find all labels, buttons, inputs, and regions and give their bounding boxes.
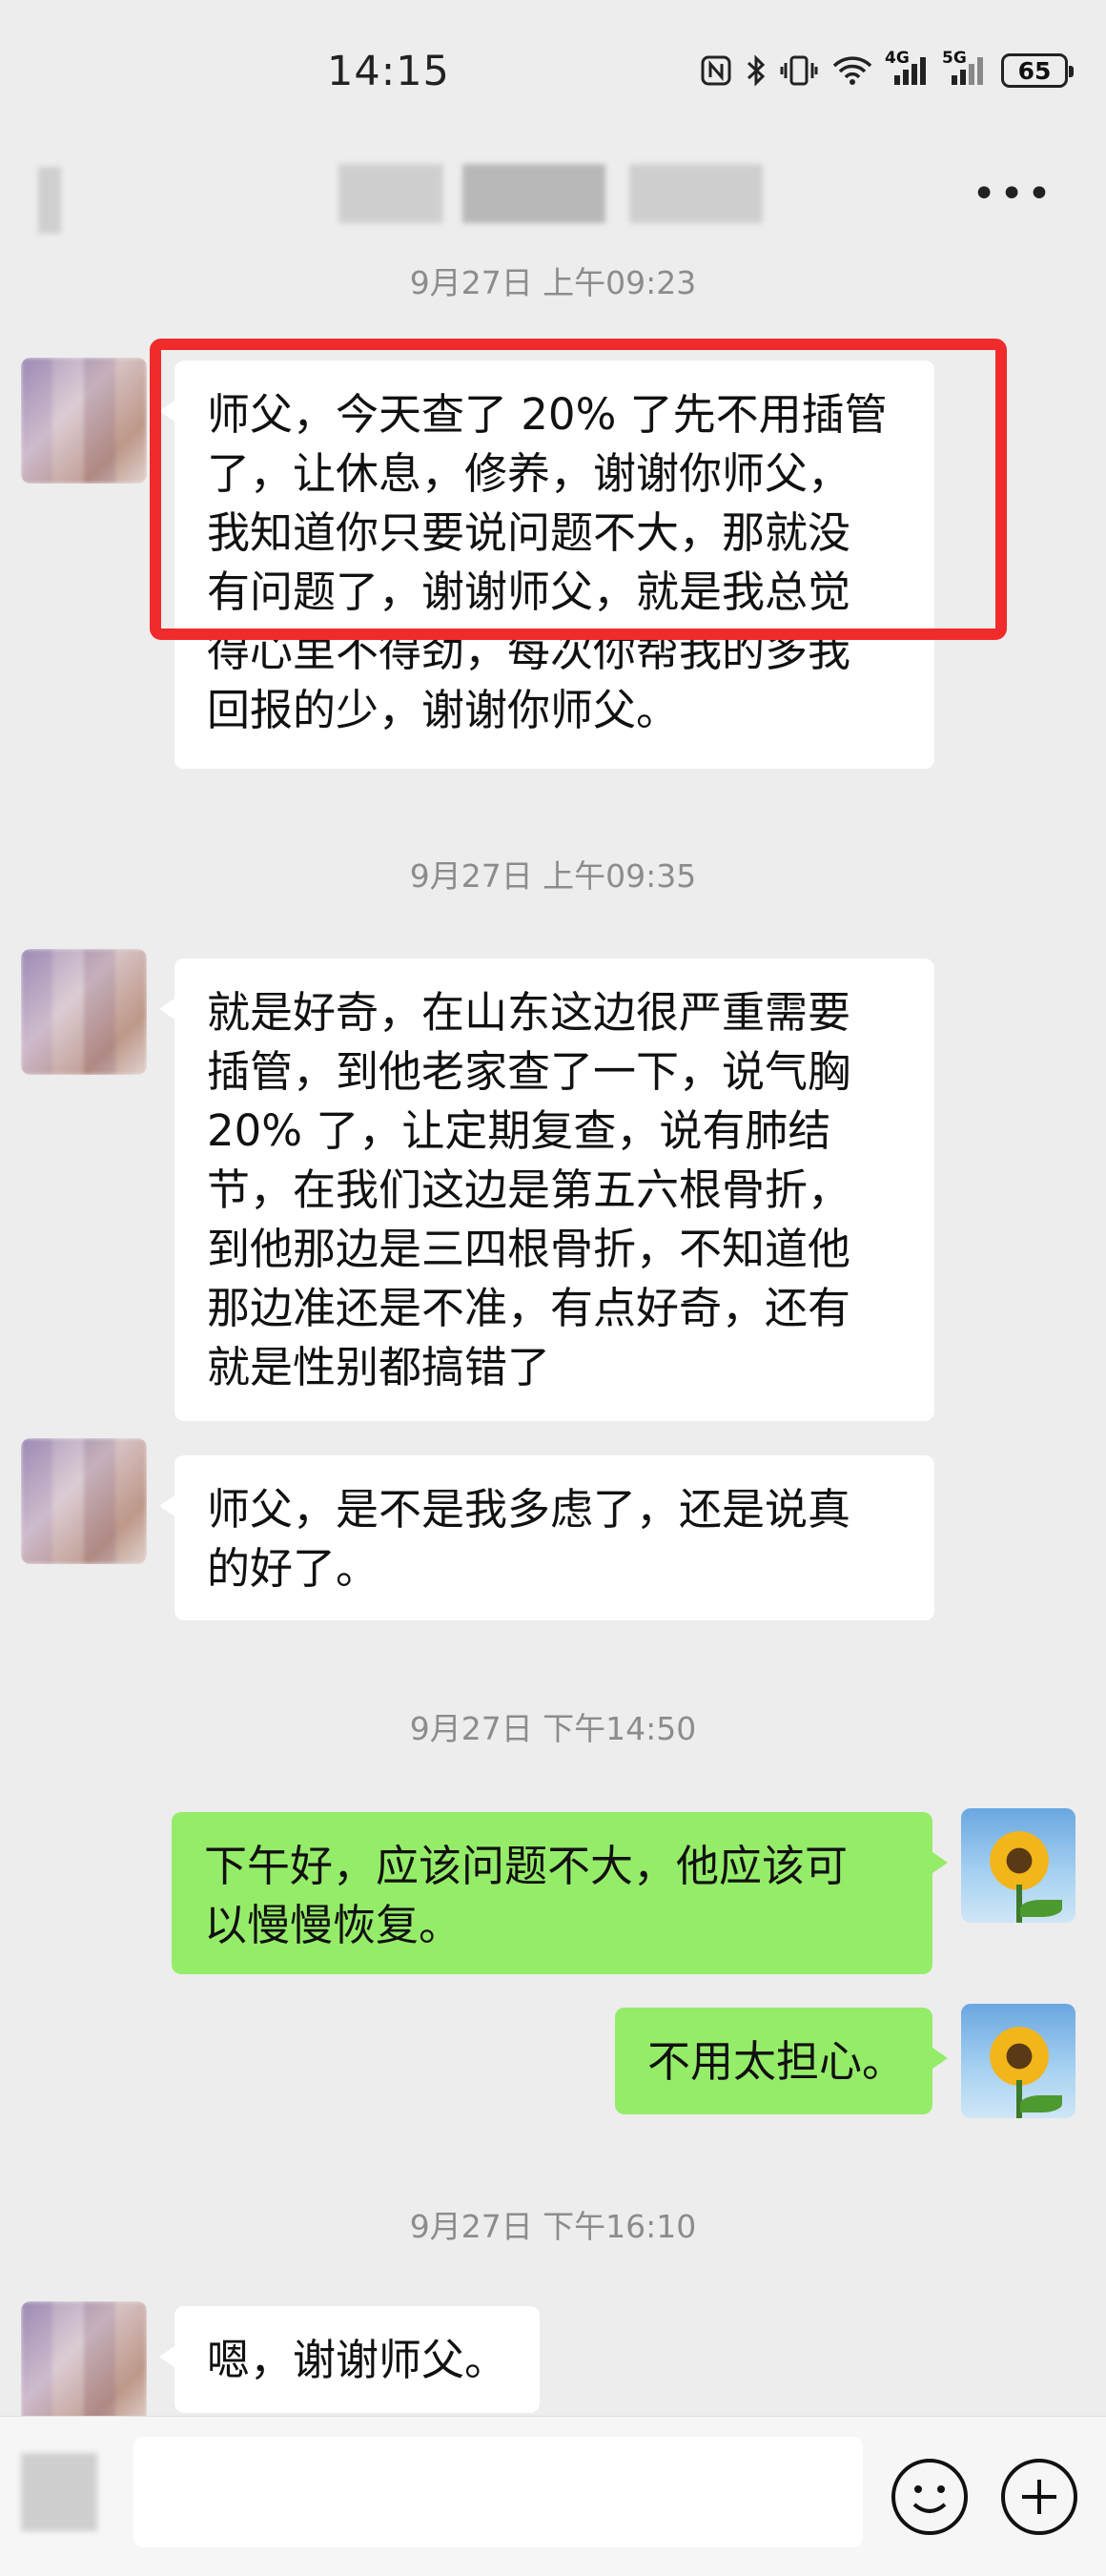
message-line: 嗯，谢谢师父。 bbox=[207, 2335, 508, 2385]
message-line: 那边准还是不准，有点好奇，还有 bbox=[207, 1283, 851, 1333]
message-timestamp: 9月27日 下午16:10 bbox=[409, 2208, 697, 2245]
message-bubble-outgoing[interactable]: 不用太担心。 bbox=[615, 2008, 948, 2114]
message-line: 就是好奇，在山东这边很严重需要 bbox=[207, 987, 851, 1038]
signal-5g-icon: 5G bbox=[942, 49, 988, 87]
message-line: 到他那边是三四根骨折，不知道他 bbox=[207, 1224, 851, 1274]
more-dots-icon[interactable]: ••• bbox=[972, 174, 1055, 216]
chat-title-blurred bbox=[629, 164, 763, 223]
message-line: 的好了。 bbox=[207, 1543, 379, 1594]
message-line: 我知道你只要说问题不大，那就没 bbox=[207, 507, 851, 558]
sunflower-avatar-image bbox=[961, 1808, 1075, 1923]
message-timestamp: 9月27日 下午14:50 bbox=[409, 1710, 697, 1747]
message-input[interactable] bbox=[133, 2437, 863, 2547]
status-icons: 4G 5G 65 bbox=[700, 49, 1074, 88]
message-line: 得心里不得劲，每次你帮我的多我 bbox=[207, 626, 851, 676]
chat-title-blurred bbox=[338, 164, 443, 223]
message-bubble-incoming[interactable]: 师父，今天查了 20% 了先不用插管 了，让休息，修养，谢谢你师父， 我知道你只… bbox=[159, 361, 934, 769]
signal-4g-icon: 4G bbox=[885, 49, 931, 87]
network-4g-label: 4G bbox=[885, 49, 910, 68]
message-line: 回报的少，谢谢你师父。 bbox=[207, 685, 680, 735]
message-line: 不用太担心。 bbox=[647, 2036, 906, 2087]
message-line: 有问题了，谢谢师父，就是我总觉 bbox=[207, 567, 851, 617]
contact-avatar[interactable] bbox=[21, 2301, 147, 2427]
message-line: 插管，到他老家查了一下，说气胸 bbox=[207, 1046, 851, 1097]
nfc-icon bbox=[701, 55, 731, 86]
chat-title-blurred bbox=[462, 164, 605, 223]
status-time: 14:15 bbox=[327, 48, 450, 95]
vibrate-icon bbox=[780, 55, 818, 86]
message-line: 师父，今天查了 20% 了先不用插管 bbox=[207, 389, 888, 440]
message-timestamp: 9月27日 上午09:35 bbox=[409, 857, 697, 895]
wifi-icon bbox=[832, 56, 872, 85]
emoji-icon[interactable] bbox=[891, 2459, 968, 2535]
bluetooth-icon bbox=[747, 54, 766, 87]
message-line: 节，在我们这边是第五六根骨折， bbox=[207, 1164, 851, 1215]
voice-toggle-blurred[interactable] bbox=[21, 2453, 97, 2531]
message-line: 就是性别都搞错了 bbox=[207, 1342, 551, 1392]
contact-avatar[interactable] bbox=[21, 358, 147, 484]
contact-avatar[interactable] bbox=[21, 949, 147, 1075]
my-avatar[interactable] bbox=[961, 2004, 1075, 2118]
my-avatar[interactable] bbox=[961, 1808, 1075, 1923]
battery-level: 65 bbox=[1017, 56, 1052, 85]
chat-header bbox=[0, 143, 1106, 262]
network-5g-label: 5G bbox=[942, 49, 967, 68]
message-bubble-incoming[interactable]: 嗯，谢谢师父。 bbox=[159, 2306, 540, 2413]
message-line: 了，让休息，修养，谢谢你师父， bbox=[207, 448, 851, 499]
message-timestamp: 9月27日 上午09:23 bbox=[409, 264, 697, 301]
contact-avatar[interactable] bbox=[21, 1438, 147, 1564]
message-line: 20% 了，让定期复查，说有肺结 bbox=[207, 1105, 831, 1156]
message-line: 下午好，应该问题不大，他应该可 bbox=[204, 1841, 849, 1891]
message-line: 师父，是不是我多虑了，还是说真 bbox=[207, 1484, 851, 1535]
back-button-blurred[interactable] bbox=[38, 167, 61, 234]
plus-icon[interactable] bbox=[1001, 2459, 1077, 2535]
battery-icon: 65 bbox=[1001, 53, 1074, 88]
message-bubble-incoming[interactable]: 就是好奇，在山东这边很严重需要 插管，到他老家查了一下，说气胸 20% 了，让定… bbox=[159, 958, 934, 1421]
message-bubble-outgoing[interactable]: 下午好，应该问题不大，他应该可 以慢慢恢复。 bbox=[172, 1812, 948, 1974]
sunflower-avatar-image bbox=[961, 2004, 1075, 2118]
message-bubble-incoming[interactable]: 师父，是不是我多虑了，还是说真 的好了。 bbox=[159, 1455, 934, 1620]
status-bar: 14:15 4G 5G 65 bbox=[0, 0, 1106, 143]
message-line: 以慢慢恢复。 bbox=[204, 1900, 462, 1950]
